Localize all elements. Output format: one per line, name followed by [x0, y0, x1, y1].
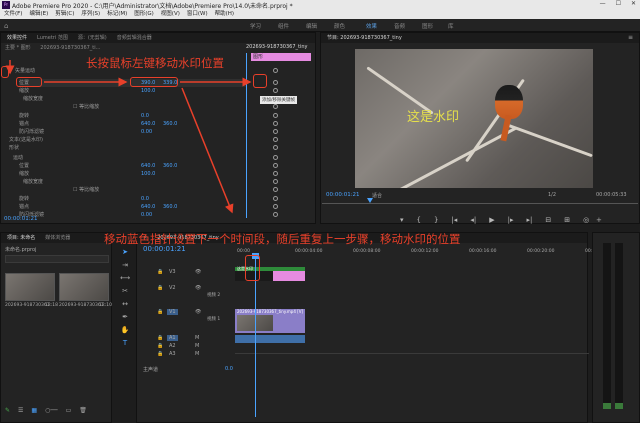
annotation-top: 长按鼠标左键移动水印位置 [86, 56, 224, 70]
arrow-to-timeline [181, 87, 234, 214]
annotation-bottom: 移动蓝色指针设置下一个时间段，随后重复上一步骤，移动水印的位置 [104, 232, 461, 246]
